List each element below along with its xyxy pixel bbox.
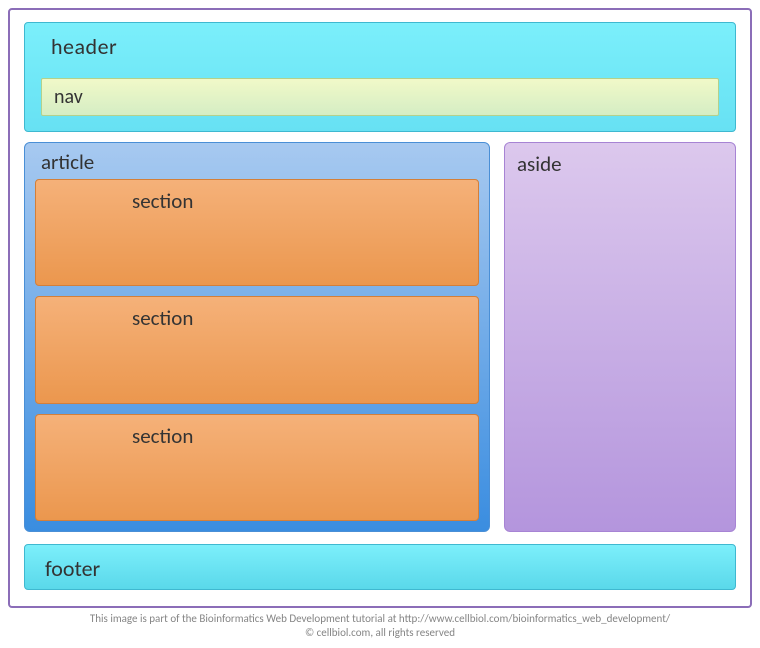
diagram-frame: header nav article section section secti… — [8, 8, 752, 608]
header-label: header — [41, 33, 719, 60]
footer-label: footer — [45, 555, 100, 582]
sections-container: section section section — [35, 179, 479, 521]
attribution-line2: © cellbiol.com, all rights reserved — [8, 626, 752, 640]
section-label: section — [132, 188, 193, 214]
article-region: article section section section — [24, 142, 490, 532]
section-region: section — [35, 414, 479, 521]
main-row: article section section section aside — [24, 142, 736, 532]
nav-region: nav — [41, 78, 719, 116]
section-region: section — [35, 179, 479, 286]
section-region: section — [35, 296, 479, 403]
article-label: article — [35, 149, 479, 175]
section-label: section — [132, 305, 193, 331]
header-region: header nav — [24, 22, 736, 132]
attribution-text: This image is part of the Bioinformatics… — [8, 612, 752, 641]
aside-label: aside — [517, 151, 562, 177]
section-label: section — [132, 423, 193, 449]
footer-region: footer — [24, 544, 736, 590]
nav-label: nav — [54, 85, 83, 109]
aside-region: aside — [504, 142, 736, 532]
attribution-line1: This image is part of the Bioinformatics… — [8, 612, 752, 626]
